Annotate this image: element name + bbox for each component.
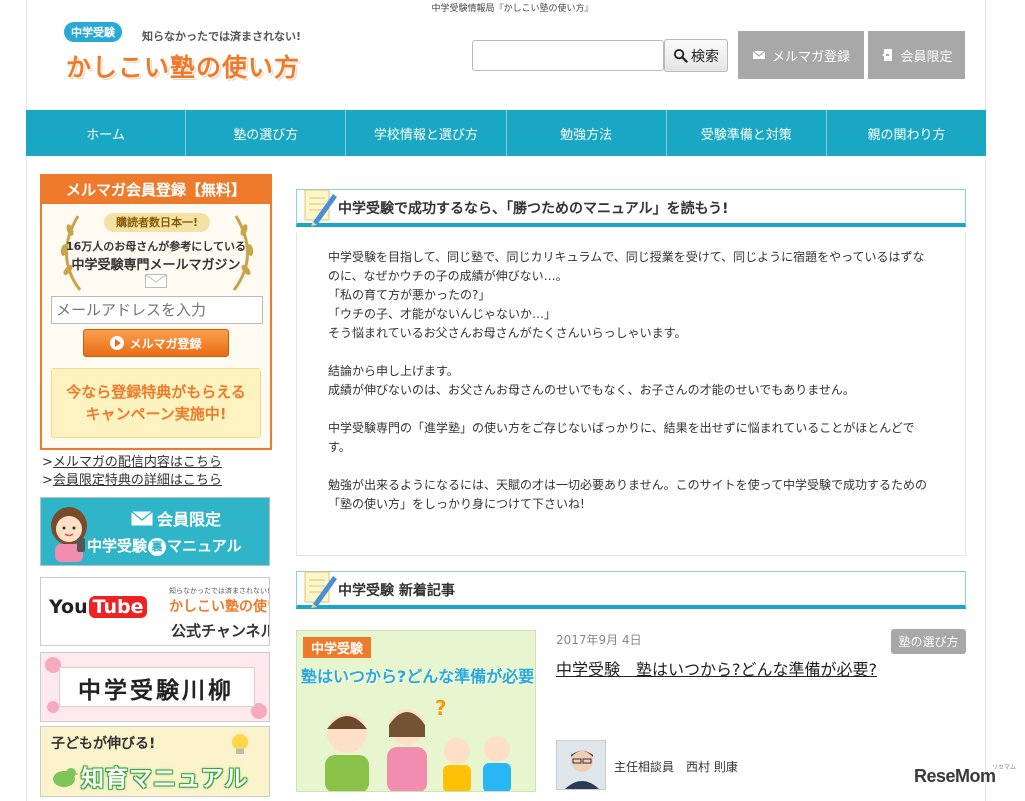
register-headline: 中学受験専門メールマガジン — [71, 258, 241, 273]
site-tagline: 中学受験情報局『かしこい塾の使い方』 — [431, 4, 594, 14]
intro-line: 成績が伸びないのは、お父さんお母さんのせいでもなく、お子さんの才能のせいでもあり… — [328, 383, 855, 397]
chiiku-banner-line2: 知育マニュアル — [81, 766, 249, 792]
intro-line: 結論から申し上げます。 — [328, 364, 459, 378]
manual-banner-line1: 会員限定 — [131, 506, 221, 530]
resemom-watermark-kana: リセマム — [992, 764, 1017, 771]
notepad-pencil-icon — [304, 571, 337, 608]
play-icon — [110, 336, 125, 350]
manual-banner-title: 会員限定 — [157, 510, 222, 529]
thumb-tag: 中学受験 — [303, 637, 372, 658]
member-benefit-link[interactable]: >会員限定特典の詳細はこちら — [42, 469, 222, 488]
intro-paragraph-2: 結論から申し上げます。 成績が伸びないのは、お父さんお母さんのせいでもなく、お子… — [328, 362, 936, 400]
link-prefix: > — [42, 473, 53, 488]
nav-item-exam-prep[interactable]: 受験準備と対策 — [667, 110, 827, 156]
nav-item-school-info[interactable]: 学校情報と選び方 — [346, 110, 507, 156]
newsletter-email-input[interactable] — [51, 296, 263, 324]
logo-badge: 中学受験 — [64, 22, 122, 42]
senryu-banner[interactable]: 中学受験川柳 — [40, 652, 270, 722]
site-logo[interactable]: 中学受験 知らなかったでは済まされない! かしこい塾の使い方 — [58, 18, 318, 82]
nav-item-study-method[interactable]: 勉強方法 — [507, 110, 667, 156]
main-nav: ホーム 塾の選び方 学校情報と選び方 勉強方法 受験準備と対策 親の関わり方 — [26, 110, 986, 156]
news-heading: 中学受験 新着記事 — [338, 583, 455, 599]
intro-line: 勉強が出来るようになるには、天賦の才は一切必要ありません。このサイトを使って中学… — [328, 478, 928, 511]
chiiku-banner-line1: 子どもが伸びる! — [51, 736, 156, 752]
search-button-label: 検索 — [691, 48, 719, 65]
yt-banner-site-name: かしこい塾の使い方 — [169, 599, 269, 615]
youtube-logo: You Tube — [49, 596, 148, 618]
envelope-icon — [131, 510, 153, 525]
bird-icon — [53, 768, 79, 787]
yt-banner-channel: 公式チャンネル — [171, 622, 270, 640]
intro-paragraph-1: 中学受験を目指して、同じ塾で、同じカリキュラムで、同じ授業を受けて、同じように宿… — [328, 248, 936, 343]
article-category-badge[interactable]: 塾の選び方 — [891, 629, 966, 654]
intro-line: 中学受験を目指して、同じ塾で、同じカリキュラムで、同じ授業を受けて、同じように宿… — [328, 250, 925, 283]
newsletter-submit-button[interactable]: メルマガ登録 — [83, 329, 229, 357]
search-icon — [673, 48, 688, 63]
news-heading-bar: 中学受験 新着記事 — [296, 571, 966, 609]
senryu-title: 中学受験川柳 — [78, 677, 234, 704]
member-manual-banner[interactable]: 会員限定 中学受験裏マニュアル — [40, 497, 270, 566]
door-icon — [882, 49, 893, 61]
intro-line: 「私の育て方が悪かったの?」 — [328, 288, 491, 302]
envelope-icon — [752, 50, 766, 59]
youtube-logo-tube: Tube — [88, 596, 148, 618]
article-date: 2017年9月 4日 — [556, 633, 642, 647]
register-no1-badge: 購読者数日本一! — [104, 213, 210, 232]
register-subline: 16万人のお母さんが参考にしている — [66, 240, 246, 253]
article-title-link[interactable]: 中学受験 塾はいつから?どんな準備が必要? — [556, 656, 877, 680]
lightbulb-icon — [232, 734, 248, 754]
family-illustration-icon: ? — [325, 696, 511, 791]
nav-item-juku-choice[interactable]: 塾の選び方 — [186, 110, 347, 156]
person-icon — [557, 741, 605, 789]
youtube-logo-you: You — [49, 596, 88, 618]
author-avatar — [556, 740, 606, 790]
notepad-pencil-icon — [304, 189, 337, 226]
member-only-label: 会員限定 — [900, 49, 953, 65]
campaign-banner[interactable]: 今なら登録特典がもらえる キャンペーン実施中! — [51, 368, 261, 438]
manual-banner-line2: 中学受験裏マニュアル — [87, 535, 242, 556]
link-label: メルマガの配信内容はこちら — [52, 455, 222, 470]
intro-text: 中学受験を目指して、同じ塾で、同じカリキュラムで、同じ授業を受けて、同じように宿… — [328, 248, 936, 533]
register-title: メルマガ会員登録【無料】 — [42, 176, 270, 204]
intro-paragraph-3: 中学受験専門の「進学塾」の使い方をご存じないばっかりに、結果を出せずに悩まれてい… — [328, 419, 936, 457]
search-button[interactable]: 検索 — [664, 39, 728, 72]
logo-catchphrase: 知らなかったでは済まされない! — [142, 30, 302, 43]
intro-heading-bar: 中学受験で成功するなら、「勝つためのマニュアル」を読もう! — [296, 189, 966, 227]
intro-paragraph-4: 勉強が出来るようになるには、天賦の才は一切必要ありません。このサイトを使って中学… — [328, 476, 936, 514]
article-thumbnail[interactable]: 中学受験 塾はいつから?どんな準備が必要? ? — [296, 630, 536, 792]
author-name: 主任相談員 西村 則康 — [614, 760, 738, 774]
envelope-icon — [145, 274, 167, 288]
intro-line: そう悩まれているお父さんお母さんがたくさんいらっしゃいます。 — [328, 326, 687, 340]
manual-banner-part-a: 中学受験 — [87, 537, 148, 555]
nav-item-home[interactable]: ホーム — [26, 110, 187, 156]
chiiku-manual-banner[interactable]: 子どもが伸びる! 知育マニュアル — [40, 726, 270, 797]
newsletter-register-box: メルマガ会員登録【無料】 購読者数日本一! 16万人のお母さんが参考にしている … — [40, 174, 272, 450]
mail-register-label: メルマガ登録 — [771, 49, 850, 65]
nav-item-parent-role[interactable]: 親の関わり方 — [827, 110, 986, 156]
intro-heading: 中学受験で成功するなら、「勝つためのマニュアル」を読もう! — [338, 201, 729, 217]
search-input[interactable] — [472, 40, 664, 71]
logo-name: かしこい塾の使い方 — [66, 53, 301, 82]
intro-line: 中学受験専門の「進学塾」の使い方をご存じないばっかりに、結果を出せずに悩まれてい… — [328, 421, 915, 454]
svg-text:?: ? — [435, 696, 447, 720]
manual-banner-part-b: マニュアル — [167, 537, 242, 555]
link-label: 会員限定特典の詳細はこちら — [52, 473, 222, 488]
campaign-line2: キャンペーン実施中! — [85, 405, 227, 423]
campaign-line1: 今なら登録特典がもらえる — [66, 383, 246, 401]
thumb-headline: 塾はいつから?どんな準備が必要? — [301, 667, 536, 686]
intro-line: 「ウチの子、才能がないんじゃないか…」 — [328, 307, 557, 321]
newsletter-content-link[interactable]: >メルマガの配信内容はこちら — [42, 451, 222, 470]
resemom-watermark: ReseMom — [914, 766, 996, 786]
yt-banner-catch: 知らなかったでは済まされない! — [169, 587, 270, 595]
member-only-button[interactable]: 会員限定 — [868, 31, 965, 79]
mail-register-button[interactable]: メルマガ登録 — [738, 31, 864, 79]
newsletter-submit-label: メルマガ登録 — [129, 336, 202, 351]
ura-badge: 裏 — [148, 537, 167, 556]
youtube-channel-banner[interactable]: YouTube 知らなかったでは済まされない! かしこい塾の使い方 公式チャンネ… — [40, 577, 270, 646]
link-prefix: > — [42, 455, 53, 470]
